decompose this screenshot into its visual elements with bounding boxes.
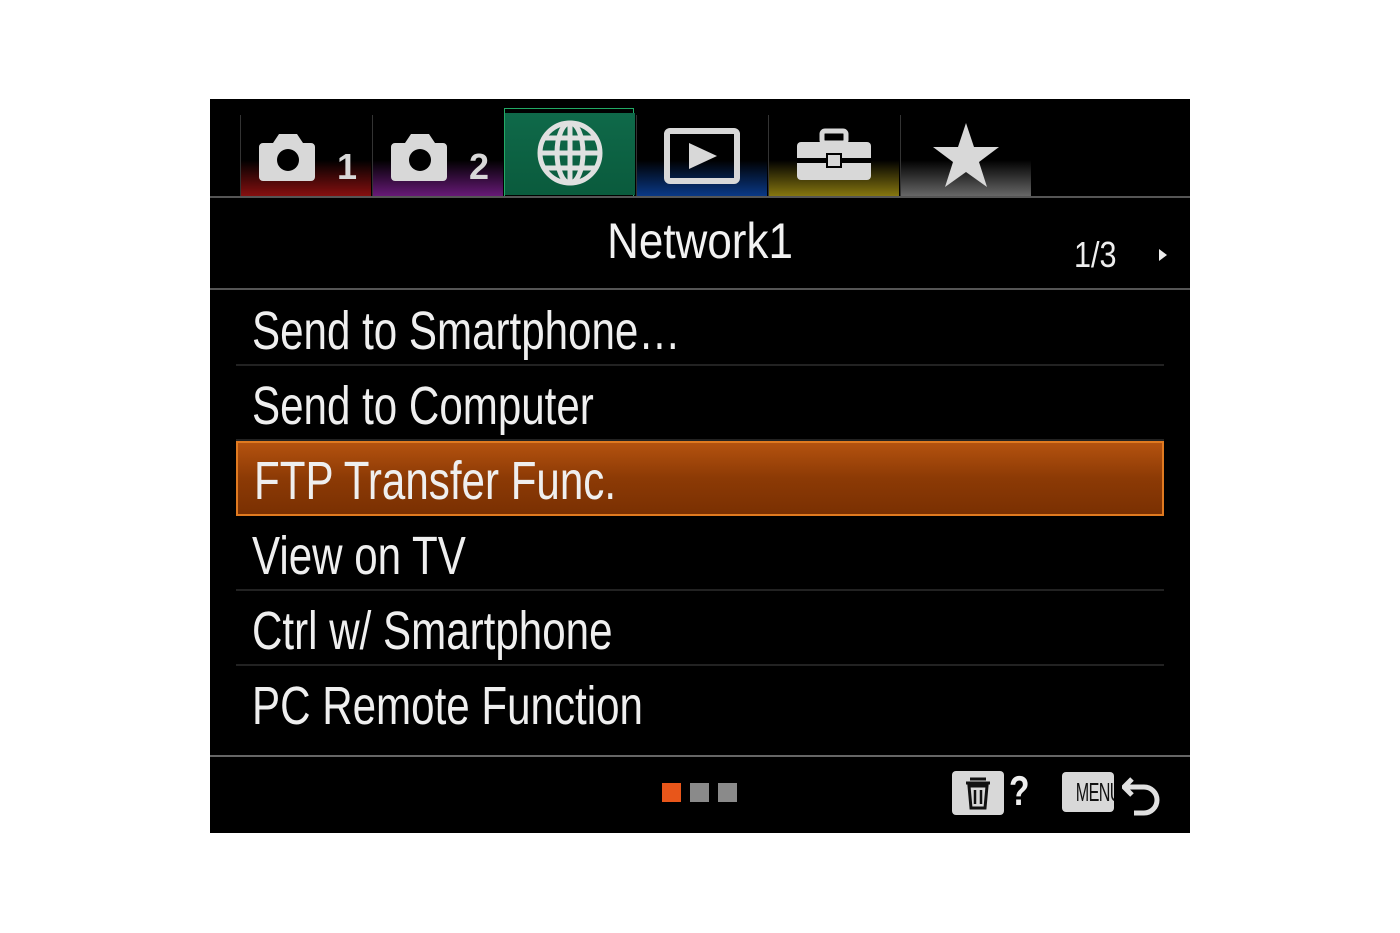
camera-2-icon: 2: [373, 115, 503, 197]
page-dot-3: [718, 783, 737, 802]
tab-subscript: 2: [469, 146, 489, 187]
star-icon: [901, 115, 1031, 197]
menu-button[interactable]: MENU: [1062, 772, 1114, 812]
trash-icon[interactable]: [952, 771, 1004, 815]
toolbox-icon: [769, 115, 899, 197]
camera-menu-screen: 1 2 Network1 1/3 Send to Smartphone… Sen…: [210, 99, 1190, 833]
menu-item-label: FTP Transfer Func.: [254, 451, 617, 511]
tab-subscript: 1: [337, 146, 357, 187]
next-page-arrow-icon[interactable]: [1156, 246, 1170, 264]
menu-header: Network1 1/3: [210, 198, 1190, 288]
menu-item-label: Ctrl w/ Smartphone: [252, 601, 613, 661]
help-icon[interactable]: ?: [1009, 767, 1030, 815]
play-icon: [637, 115, 767, 197]
page-title: Network1: [607, 213, 793, 269]
menu-item-label: Send to Computer: [252, 376, 594, 436]
tab-camera-1[interactable]: 1: [240, 115, 371, 197]
menu-item-ftp-transfer[interactable]: FTP Transfer Func.: [236, 441, 1164, 516]
tab-network[interactable]: [504, 108, 635, 197]
menu-button-label: MENU: [1075, 777, 1114, 807]
footer-divider: [210, 755, 1190, 757]
menu-item-send-to-smartphone[interactable]: Send to Smartphone…: [236, 291, 1164, 366]
tab-bar: 1 2: [210, 99, 1190, 197]
menu-item-label: Send to Smartphone…: [252, 301, 681, 361]
globe-icon: [505, 113, 635, 195]
back-arrow-icon[interactable]: [1122, 769, 1164, 817]
menu-item-send-to-computer[interactable]: Send to Computer: [236, 366, 1164, 441]
page-dot-1: [662, 783, 681, 802]
header-divider: [210, 288, 1190, 290]
menu-item-label: View on TV: [252, 526, 466, 586]
tab-playback[interactable]: [636, 115, 767, 197]
menu-item-pc-remote[interactable]: PC Remote Function: [236, 666, 1164, 741]
page-indicator: 1/3: [1074, 234, 1117, 275]
camera-1-icon: 1: [241, 115, 371, 197]
menu-item-label: PC Remote Function: [252, 676, 643, 736]
tab-setup[interactable]: [768, 115, 899, 197]
menu-item-view-on-tv[interactable]: View on TV: [236, 516, 1164, 591]
menu-item-ctrl-smartphone[interactable]: Ctrl w/ Smartphone: [236, 591, 1164, 666]
menu-list: Send to Smartphone… Send to Computer FTP…: [236, 291, 1164, 741]
tab-my-menu[interactable]: [900, 115, 1031, 197]
tab-camera-2[interactable]: 2: [372, 115, 503, 197]
page-dot-2: [690, 783, 709, 802]
